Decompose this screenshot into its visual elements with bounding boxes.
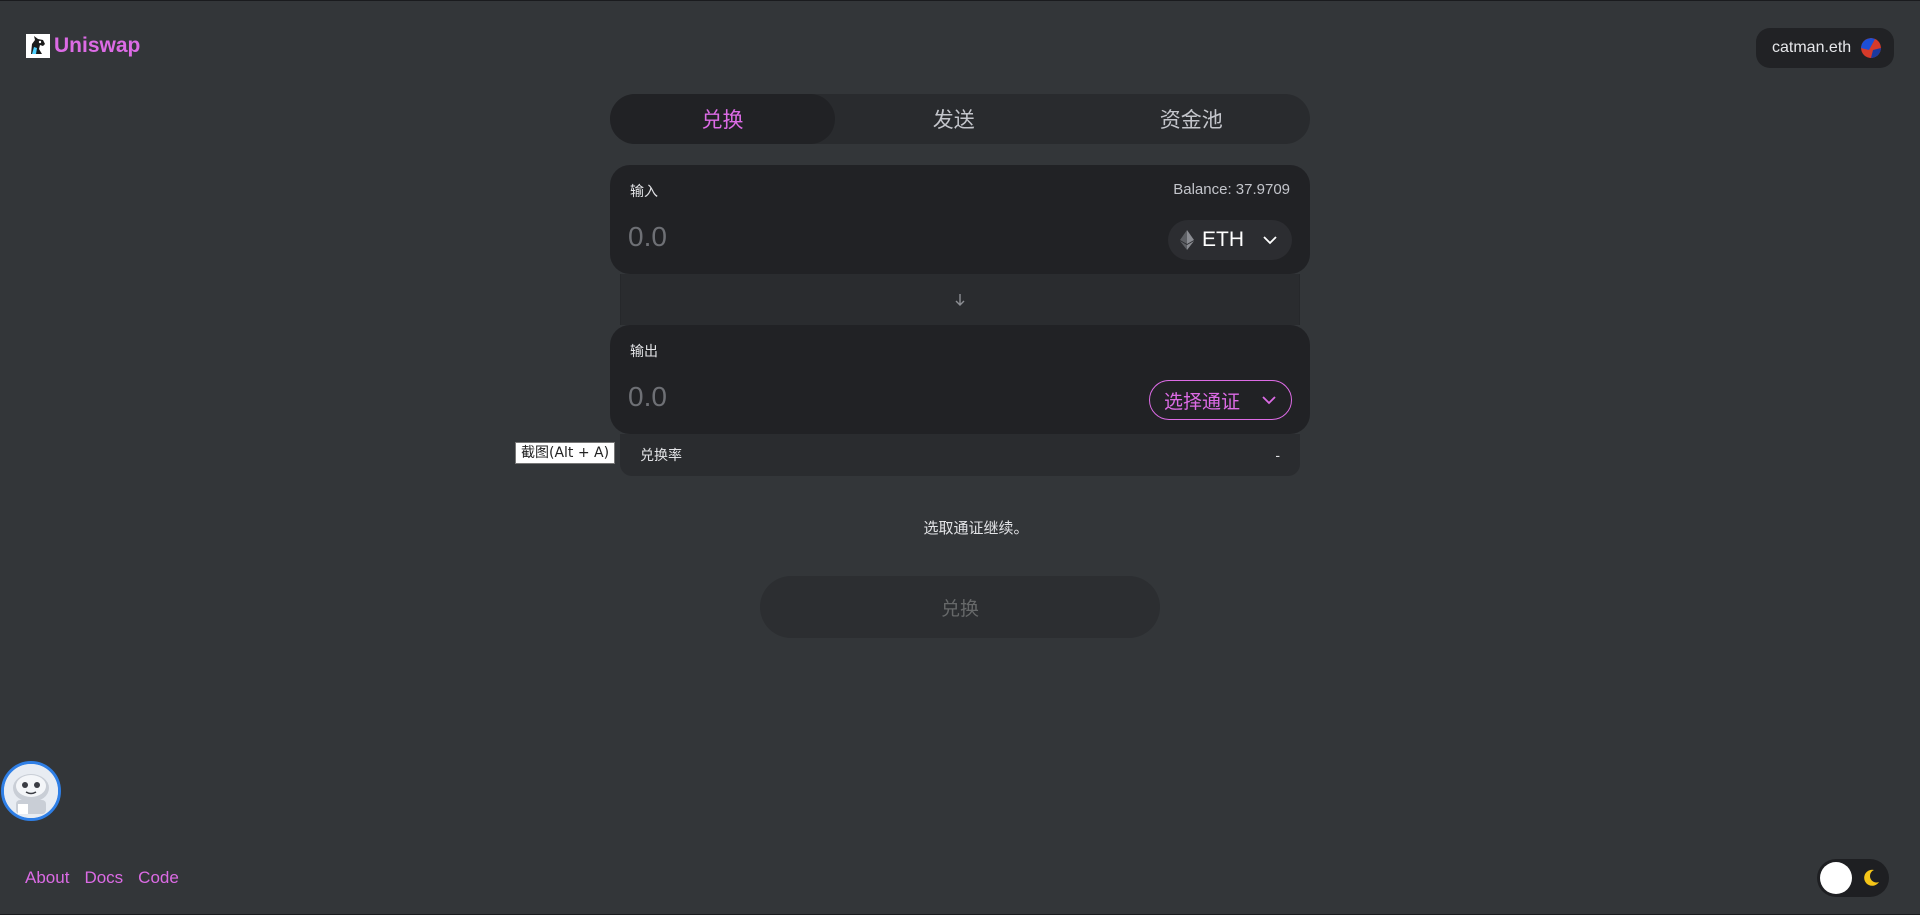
uniswap-logo-link[interactable]: Uniswap <box>26 34 140 58</box>
hint-message: 选取通证继续。 <box>923 520 1029 537</box>
hint-text: 选取通证继续。 <box>0 517 1920 538</box>
exchange-rate-row: 兑换率 - <box>620 434 1300 476</box>
account-name: catman.eth <box>1772 39 1852 56</box>
moon-icon <box>1864 869 1879 886</box>
input-token-selector[interactable]: ETH <box>1168 220 1292 260</box>
input-label: 输入 <box>630 183 658 199</box>
chevron-down-icon <box>1263 236 1277 245</box>
exchange-rate-label: 兑换率 <box>640 447 682 463</box>
screenshot-tooltip: 截图(Alt + A) <box>515 442 616 464</box>
exchange-rate-value: - <box>1275 447 1280 463</box>
tab-pool[interactable]: 资金池 <box>1073 94 1311 144</box>
logo-text: Uniswap <box>54 34 141 57</box>
swap-direction-area <box>620 274 1300 325</box>
chevron-down-icon <box>1262 396 1276 405</box>
code-link[interactable]: Code <box>138 868 179 888</box>
account-button[interactable]: catman.eth <box>1756 28 1894 68</box>
footer-links: About Docs Code <box>25 868 179 888</box>
eth-icon <box>1180 230 1194 250</box>
swap-button[interactable]: 兑换 <box>760 576 1160 638</box>
select-token-button[interactable]: 选择通证 <box>1149 380 1292 420</box>
input-amount-field[interactable] <box>628 221 1028 253</box>
robot-icon <box>4 764 58 818</box>
docs-link[interactable]: Docs <box>84 868 123 888</box>
output-label: 输出 <box>630 343 658 359</box>
top-border <box>0 0 1920 1</box>
input-token-symbol: ETH <box>1202 228 1244 251</box>
account-avatar-icon <box>1861 38 1882 58</box>
balance-text: Balance: 37.9709 <box>1173 181 1290 198</box>
theme-toggle[interactable] <box>1817 859 1889 897</box>
output-amount-field[interactable] <box>628 381 1028 413</box>
tab-send[interactable]: 发送 <box>835 94 1073 144</box>
tab-swap[interactable]: 兑换 <box>610 94 835 144</box>
output-panel: 输出 选择通证 <box>610 325 1310 434</box>
assistant-avatar[interactable] <box>1 761 61 821</box>
arrow-down-icon[interactable] <box>954 293 966 307</box>
toggle-knob <box>1820 862 1852 894</box>
select-token-label: 选择通证 <box>1164 391 1241 413</box>
swap-tabs: 兑换 发送 资金池 <box>610 94 1310 144</box>
unicorn-icon <box>26 34 50 58</box>
about-link[interactable]: About <box>25 868 69 888</box>
input-panel: 输入 Balance: 37.9709 ETH <box>610 165 1310 274</box>
